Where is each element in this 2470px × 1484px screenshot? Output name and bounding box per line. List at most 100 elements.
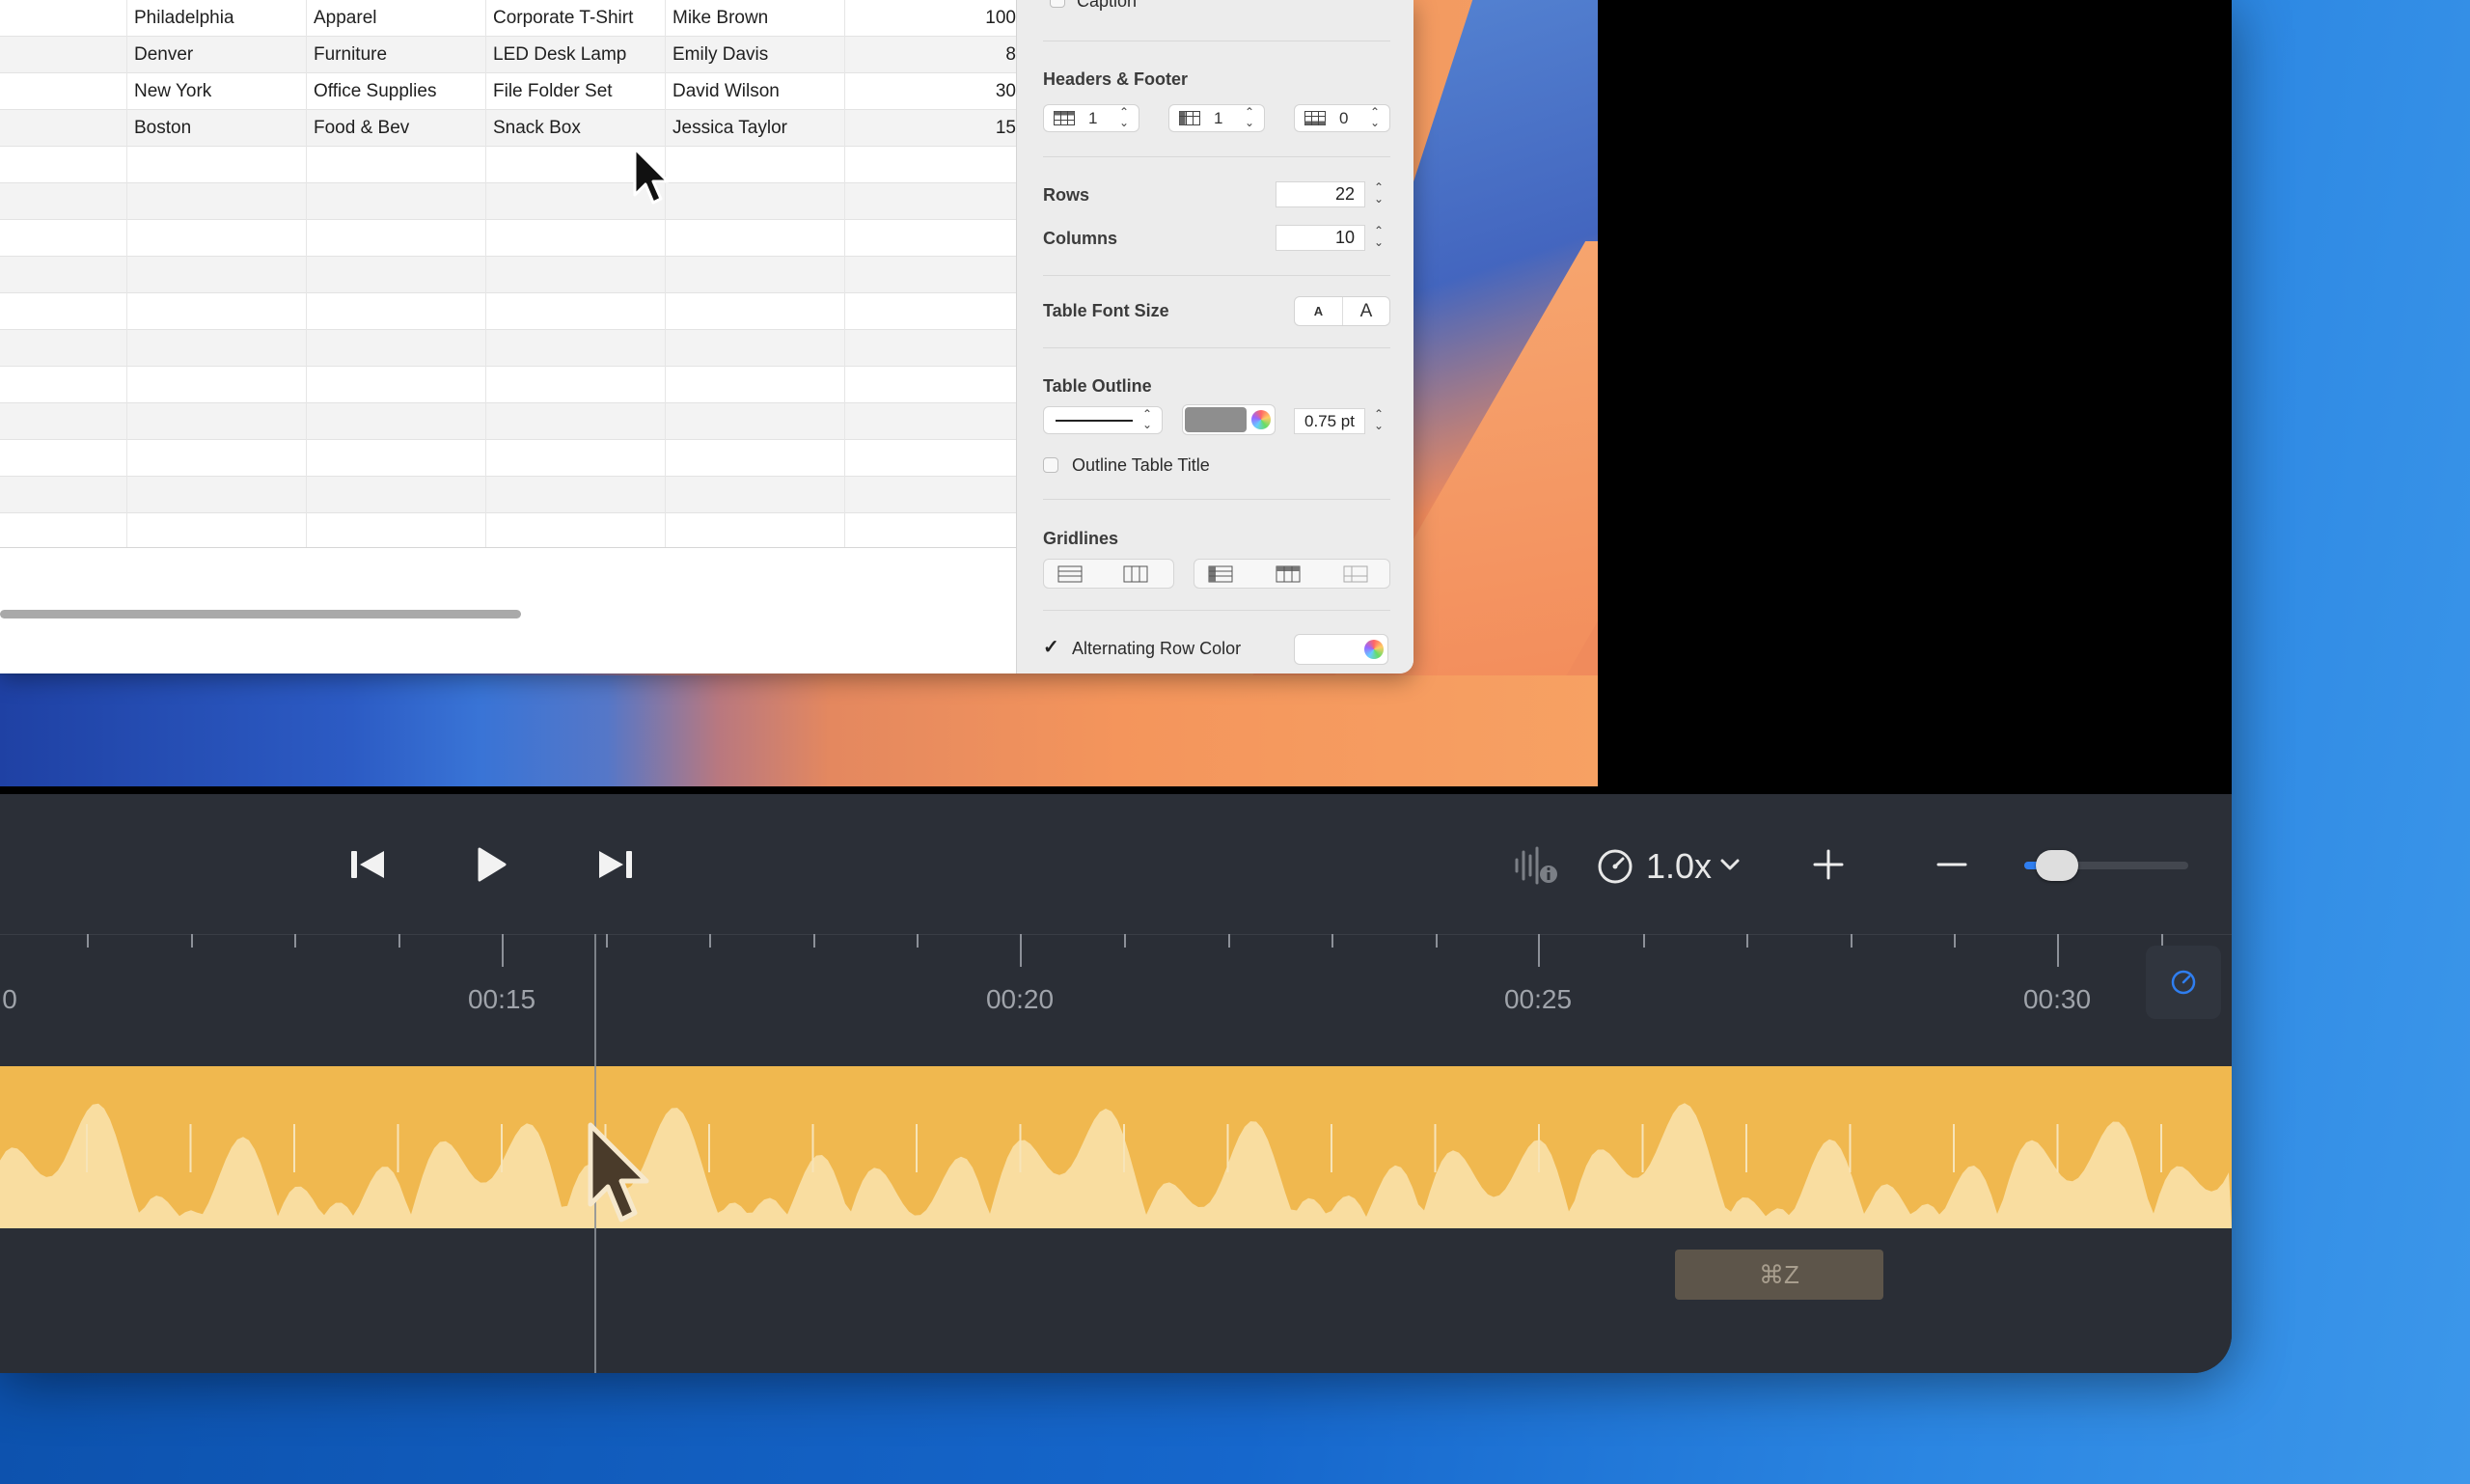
header-columns-popup[interactable]: 1 ⌃ ⌄ — [1168, 104, 1265, 132]
table-row[interactable]: Philadelphia Apparel Corporate T-Shirt M… — [0, 0, 1016, 37]
header-rows-popup[interactable]: 1 ⌃ ⌄ — [1043, 104, 1139, 132]
ruler-minor-tick — [1227, 934, 1230, 948]
table-row-empty[interactable] — [0, 367, 1016, 403]
audio-track-clip[interactable] — [0, 1066, 2232, 1228]
table-cell-qty[interactable]: 15 — [849, 110, 1016, 146]
audio-waveform — [0, 1103, 2232, 1228]
outline-color-swatch — [1185, 407, 1247, 432]
timeline: 0 00:15 00:20 00:25 00:30 ⌘Z — [0, 934, 2232, 1373]
footer-rows-popup[interactable]: 0 ⌃ ⌄ — [1294, 104, 1390, 132]
alternating-row-label: Alternating Row Color — [1072, 639, 1242, 658]
table-cell-city[interactable]: Philadelphia — [134, 0, 298, 36]
table-cell-rep[interactable]: David Wilson — [672, 73, 837, 109]
outline-style-popup[interactable]: ⌃ ⌄ — [1043, 406, 1163, 434]
rows-stepper[interactable]: ⌃ ⌄ — [1372, 181, 1386, 205]
play-icon[interactable] — [477, 846, 508, 883]
color-wheel-icon[interactable] — [1251, 410, 1271, 429]
table-cell-rep[interactable]: Jessica Taylor — [672, 110, 837, 146]
table-cell-qty[interactable]: 8 — [849, 37, 1016, 72]
table-cell-qty[interactable]: 30 — [849, 73, 1016, 109]
time-label: 00:25 — [1503, 984, 1573, 1014]
screen-recording-frame: Philadelphia Apparel Corporate T-Shirt M… — [0, 0, 2232, 1373]
ruler-major-tick — [1020, 934, 1022, 967]
ruler-minor-tick — [917, 934, 919, 948]
table-cell-product[interactable]: LED Desk Lamp — [493, 37, 657, 72]
alternating-row-checkbox[interactable]: ✓ — [1043, 638, 1059, 657]
popup-arrows-icon: ⌃ ⌄ — [1244, 105, 1254, 129]
table-cell-rep[interactable]: Mike Brown — [672, 0, 837, 36]
table-row-empty[interactable] — [0, 220, 1016, 257]
mouse-pointer-icon — [588, 1122, 649, 1223]
ruler-minor-tick — [1331, 934, 1333, 948]
keyboard-shortcut-badge: ⌘Z — [1675, 1250, 1883, 1300]
table-row-empty[interactable] — [0, 257, 1016, 293]
header-rows-icon — [1054, 111, 1075, 125]
table-row[interactable]: Boston Food & Bev Snack Box Jessica Tayl… — [0, 110, 1016, 147]
table-cell-product[interactable]: Snack Box — [493, 110, 657, 146]
table-cell-category[interactable]: Apparel — [314, 0, 478, 36]
table-cell-category[interactable]: Office Supplies — [314, 73, 478, 109]
table-row-empty[interactable] — [0, 403, 1016, 440]
zoom-in-icon[interactable] — [1812, 848, 1845, 881]
table-cell-city[interactable]: Boston — [134, 110, 298, 146]
table-row-empty[interactable] — [0, 330, 1016, 367]
skip-back-icon[interactable] — [349, 848, 386, 881]
decrease-font-button[interactable]: A — [1295, 297, 1343, 325]
ruler-major-tick — [502, 934, 504, 967]
horizontal-gridlines-icon[interactable] — [1057, 565, 1083, 583]
speed-gauge-icon[interactable] — [1597, 848, 1633, 885]
vertical-gridlines-icon[interactable] — [1123, 565, 1148, 583]
header-row-gridlines-icon[interactable] — [1208, 565, 1233, 583]
table-row[interactable]: Denver Furniture LED Desk Lamp Emily Dav… — [0, 37, 1016, 73]
ruler-minor-tick — [294, 934, 296, 948]
playback-speed-label[interactable]: 1.0x — [1646, 846, 1712, 887]
table-row-empty[interactable] — [0, 293, 1016, 330]
outline-title-label: Outline Table Title — [1072, 455, 1210, 475]
outline-width-field[interactable]: 0.75 pt — [1294, 408, 1365, 434]
header-rows-value: 1 — [1088, 109, 1098, 127]
table-cell-category[interactable]: Food & Bev — [314, 110, 478, 146]
chevron-down-icon[interactable] — [1719, 857, 1741, 872]
table-cell-city[interactable]: Denver — [134, 37, 298, 72]
increase-font-button[interactable]: A — [1343, 297, 1389, 325]
table-row-empty[interactable] — [0, 440, 1016, 477]
font-size-label: Table Font Size — [1043, 301, 1169, 320]
table-row-empty[interactable] — [0, 183, 1016, 220]
table-row-empty[interactable] — [0, 477, 1016, 513]
caption-checkbox[interactable] — [1050, 0, 1065, 8]
outline-color-well[interactable] — [1182, 404, 1276, 435]
columns-field[interactable]: 10 — [1276, 225, 1365, 251]
header-column-gridlines-icon[interactable] — [1276, 565, 1301, 583]
header-columns-value: 1 — [1214, 109, 1223, 127]
table-row-empty[interactable] — [0, 513, 1016, 548]
outline-title-checkbox[interactable] — [1043, 457, 1058, 473]
table-row-empty[interactable] — [0, 147, 1016, 183]
table-cell-rep[interactable]: Emily Davis — [672, 37, 837, 72]
table-cell-city[interactable]: New York — [134, 73, 298, 109]
zoom-out-icon[interactable] — [1935, 848, 1968, 881]
zoom-slider-knob[interactable] — [2036, 850, 2078, 881]
audio-waveform-info-icon[interactable] — [1513, 846, 1559, 885]
alternating-color-well[interactable] — [1294, 634, 1388, 665]
outline-width-stepper[interactable]: ⌃ ⌄ — [1372, 408, 1386, 431]
ruler-minor-tick — [1642, 934, 1645, 948]
color-wheel-icon[interactable] — [1364, 640, 1384, 659]
columns-stepper[interactable]: ⌃ ⌄ — [1372, 225, 1386, 248]
table-cell-qty[interactable]: 100 — [849, 0, 1016, 36]
gridlines-label: Gridlines — [1043, 529, 1119, 548]
ruler-minor-tick — [1954, 934, 1956, 948]
rows-label: Rows — [1043, 185, 1090, 205]
scroll-to-playhead-button[interactable] — [2146, 946, 2221, 1019]
table-row[interactable]: New York Office Supplies File Folder Set… — [0, 73, 1016, 110]
caption-label: Caption — [1077, 0, 1138, 11]
footer-gridlines-icon[interactable] — [1343, 565, 1368, 583]
skip-forward-icon[interactable] — [597, 848, 634, 881]
ruler-minor-tick — [398, 934, 400, 948]
table-cell-product[interactable]: File Folder Set — [493, 73, 657, 109]
horizontal-scrollbar[interactable] — [0, 610, 521, 618]
rows-field[interactable]: 22 — [1276, 181, 1365, 207]
ruler-minor-tick — [1746, 934, 1748, 948]
table-cell-product[interactable]: Corporate T-Shirt — [493, 0, 657, 36]
spreadsheet-window: Philadelphia Apparel Corporate T-Shirt M… — [0, 0, 1413, 673]
table-cell-category[interactable]: Furniture — [314, 37, 478, 72]
